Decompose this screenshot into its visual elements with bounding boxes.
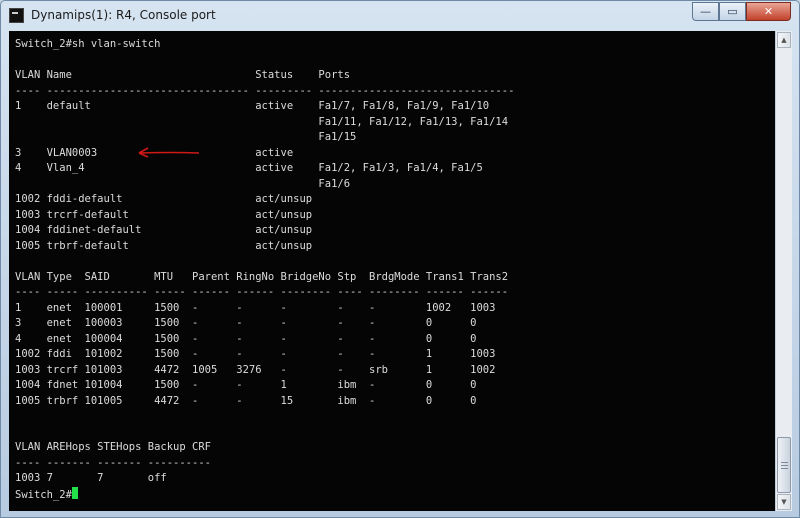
- terminal-output[interactable]: Switch_2#sh vlan-switch VLAN Name Status …: [9, 31, 775, 511]
- terminal-line: 1003 trcrf-default act/unsup: [15, 208, 313, 221]
- terminal-line: Fa1/11, Fa1/12, Fa1/13, Fa1/14: [15, 115, 509, 128]
- console-window: Dynamips(1): R4, Console port — ▭ ✕ Swit…: [0, 0, 800, 518]
- vertical-scrollbar[interactable]: ▲ ▼: [775, 31, 792, 511]
- terminal-line: 1005 trbrf-default act/unsup: [15, 239, 313, 252]
- window-title: Dynamips(1): R4, Console port: [31, 8, 216, 22]
- red-annotation-arrow: [138, 147, 200, 158]
- prompt-line[interactable]: Switch_2#: [15, 486, 514, 503]
- terminal-line: VLAN Type SAID MTU Parent RingNo BridgeN…: [15, 270, 509, 283]
- terminal-line: ---- -------------------------------- --…: [15, 84, 515, 97]
- terminal-line: 1002 fddi-default act/unsup: [15, 193, 313, 205]
- terminal-line: Switch_2#sh vlan-switch: [15, 38, 161, 50]
- maximize-button[interactable]: ▭: [719, 2, 746, 21]
- terminal-line: 1004 fddinet-default act/unsup: [15, 224, 313, 236]
- prompt-text: Switch_2#: [15, 488, 72, 501]
- terminal-line: 1003 7 7 off: [15, 472, 167, 484]
- minimize-button[interactable]: —: [692, 2, 719, 21]
- title-bar[interactable]: Dynamips(1): R4, Console port — ▭ ✕: [1, 1, 799, 31]
- terminal-line: 3 VLAN0003 active: [15, 146, 294, 159]
- terminal-line: 4 enet 100004 1500 - - - - - 0 0: [15, 332, 477, 345]
- terminal-line: 1005 trbrf 101005 4472 - - 15 ibm - 0 0: [15, 394, 477, 407]
- terminal-line: 1003 trcrf 101003 4472 1005 3276 - - srb…: [15, 363, 496, 376]
- scrollbar-thumb[interactable]: [777, 437, 791, 493]
- text-cursor: [71, 486, 78, 499]
- scroll-up-arrow-icon[interactable]: ▲: [777, 32, 791, 48]
- terminal-line: 1 default active Fa1/7, Fa1/8, Fa1/9, Fa…: [15, 100, 490, 112]
- terminal-line: 3 enet 100003 1500 - - - - - 0 0: [15, 317, 477, 329]
- scroll-down-arrow-icon[interactable]: ▼: [777, 494, 791, 510]
- window-controls: — ▭ ✕: [692, 2, 791, 21]
- terminal-line: VLAN AREHops STEHops Backup CRF: [15, 441, 211, 453]
- close-button[interactable]: ✕: [746, 2, 791, 21]
- terminal-line: Fa1/15: [15, 131, 357, 143]
- terminal-line: 1002 fddi 101002 1500 - - - - - 1 1003: [15, 348, 496, 360]
- terminal-line: ---- ------- ------- ----------: [15, 456, 211, 469]
- terminal-line: 1 enet 100001 1500 - - - - - 1002 1003: [15, 301, 496, 314]
- terminal-line: Fa1/6: [15, 177, 351, 190]
- terminal-line: ---- ----- ---------- ----- ------ -----…: [15, 286, 509, 298]
- console-app-icon: [9, 8, 24, 23]
- terminal-text: Switch_2#sh vlan-switch VLAN Name Status …: [15, 37, 514, 502]
- terminal-line: 1004 fdnet 101004 1500 - - 1 ibm - 0 0: [15, 379, 477, 391]
- terminal-line: 4 Vlan_4 active Fa1/2, Fa1/3, Fa1/4, Fa1…: [15, 162, 483, 174]
- terminal-line: VLAN Name Status Ports: [15, 69, 351, 81]
